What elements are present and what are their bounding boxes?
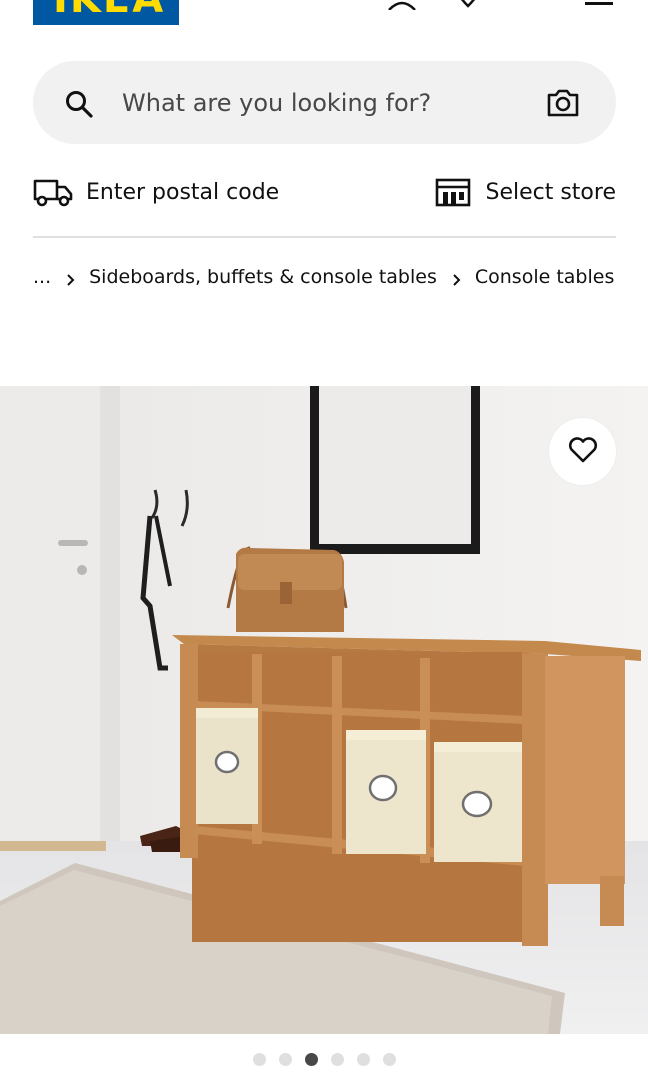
product-image[interactable]: [0, 386, 648, 1034]
carousel-dots: [0, 1053, 648, 1069]
breadcrumb-item-console-tables[interactable]: Console tables: [475, 266, 615, 288]
breadcrumb-ellipsis[interactable]: ...: [33, 266, 51, 288]
search-bar: [33, 61, 616, 144]
breadcrumb-item-sideboards[interactable]: Sideboards, buffets & console tables: [89, 266, 437, 288]
account-icon[interactable]: [387, 0, 417, 10]
heart-icon[interactable]: [453, 0, 483, 10]
carousel-dot[interactable]: [278, 1053, 292, 1066]
carousel-dot-active[interactable]: [304, 1053, 318, 1066]
postal-code-button[interactable]: Enter postal code: [33, 168, 279, 216]
divider: [33, 236, 616, 238]
carousel-dot[interactable]: [382, 1053, 396, 1066]
delivery-row: Enter postal code Select store: [33, 168, 616, 216]
postal-code-label: Enter postal code: [86, 179, 280, 205]
chevron-right-icon: [452, 270, 462, 286]
store-icon: [435, 177, 471, 207]
favorite-button[interactable]: [549, 418, 616, 485]
truck-icon: [33, 177, 73, 207]
search-icon[interactable]: [64, 89, 94, 123]
heart-icon: [568, 436, 598, 467]
search-input[interactable]: [122, 81, 522, 125]
logo-text: IKEA: [53, 0, 165, 22]
ikea-logo[interactable]: IKEA: [33, 0, 179, 25]
header: IKEA: [0, 0, 648, 40]
menu-icon[interactable]: [584, 0, 614, 10]
cart-icon[interactable]: [517, 0, 547, 10]
select-store-button[interactable]: Select store: [435, 168, 616, 216]
carousel-dot[interactable]: [356, 1053, 370, 1066]
breadcrumb: ... Sideboards, buffets & console tables…: [33, 262, 614, 292]
chevron-right-icon: [66, 270, 76, 286]
carousel-dot[interactable]: [252, 1053, 266, 1066]
carousel-dot[interactable]: [330, 1053, 344, 1066]
select-store-label: Select store: [485, 179, 616, 205]
camera-icon[interactable]: [547, 89, 579, 121]
